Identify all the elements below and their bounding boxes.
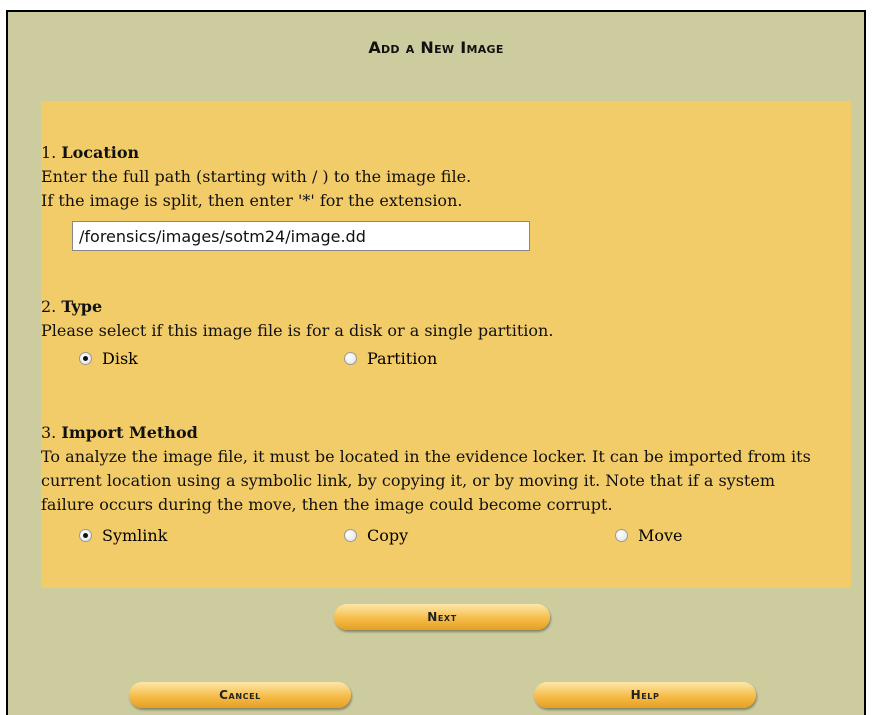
location-section: 1. Location Enter the full path (startin… (41, 141, 846, 213)
image-path-input[interactable] (72, 221, 530, 251)
location-title: Location (61, 143, 140, 162)
location-heading: 1. Location (41, 141, 846, 165)
radio-partition-label: Partition (367, 349, 438, 368)
radio-symlink-control[interactable] (79, 529, 92, 542)
location-instruction-1: Enter the full path (starting with / ) t… (41, 167, 472, 186)
location-instruction-2: If the image is split, then enter '*' fo… (41, 191, 463, 210)
radio-copy-control[interactable] (344, 529, 357, 542)
import-method-heading: 3. Import Method (41, 421, 846, 445)
type-heading: 2. Type (41, 295, 846, 319)
import-method-title: Import Method (61, 423, 198, 442)
next-button[interactable]: Next (334, 604, 550, 630)
radio-disk-control[interactable] (79, 352, 92, 365)
cancel-button[interactable]: Cancel (129, 682, 351, 708)
location-number: 1. (41, 143, 57, 162)
radio-copy-label: Copy (367, 526, 409, 545)
radio-partition[interactable]: Partition (344, 349, 437, 368)
radio-selected-dot (83, 356, 88, 361)
help-button[interactable]: Help (534, 682, 756, 708)
radio-disk-label: Disk (102, 349, 138, 368)
page-frame: Add a New Image 1. Location Enter the fu… (0, 0, 872, 715)
radio-disk[interactable]: Disk (79, 349, 138, 368)
import-method-desc-2: current location using a symbolic link, … (41, 471, 775, 490)
page-title: Add a New Image (368, 38, 504, 57)
import-method-desc-3: failure occurs during the move, then the… (41, 495, 613, 514)
import-method-section: 3. Import Method To analyze the image fi… (41, 421, 846, 517)
radio-symlink-label: Symlink (102, 526, 168, 545)
radio-move-control[interactable] (615, 529, 628, 542)
type-number: 2. (41, 297, 57, 316)
form-area: 1. Location Enter the full path (startin… (41, 101, 851, 588)
import-method-desc-1: To analyze the image file, it must be lo… (41, 447, 811, 466)
radio-move-label: Move (638, 526, 683, 545)
type-instruction: Please select if this image file is for … (41, 321, 554, 340)
type-title: Type (61, 297, 103, 316)
add-image-panel: Add a New Image 1. Location Enter the fu… (6, 10, 866, 715)
type-section: 2. Type Please select if this image file… (41, 295, 846, 343)
import-method-number: 3. (41, 423, 57, 442)
radio-symlink[interactable]: Symlink (79, 526, 167, 545)
radio-selected-dot (83, 533, 88, 538)
radio-copy[interactable]: Copy (344, 526, 408, 545)
radio-move[interactable]: Move (615, 526, 683, 545)
radio-partition-control[interactable] (344, 352, 357, 365)
